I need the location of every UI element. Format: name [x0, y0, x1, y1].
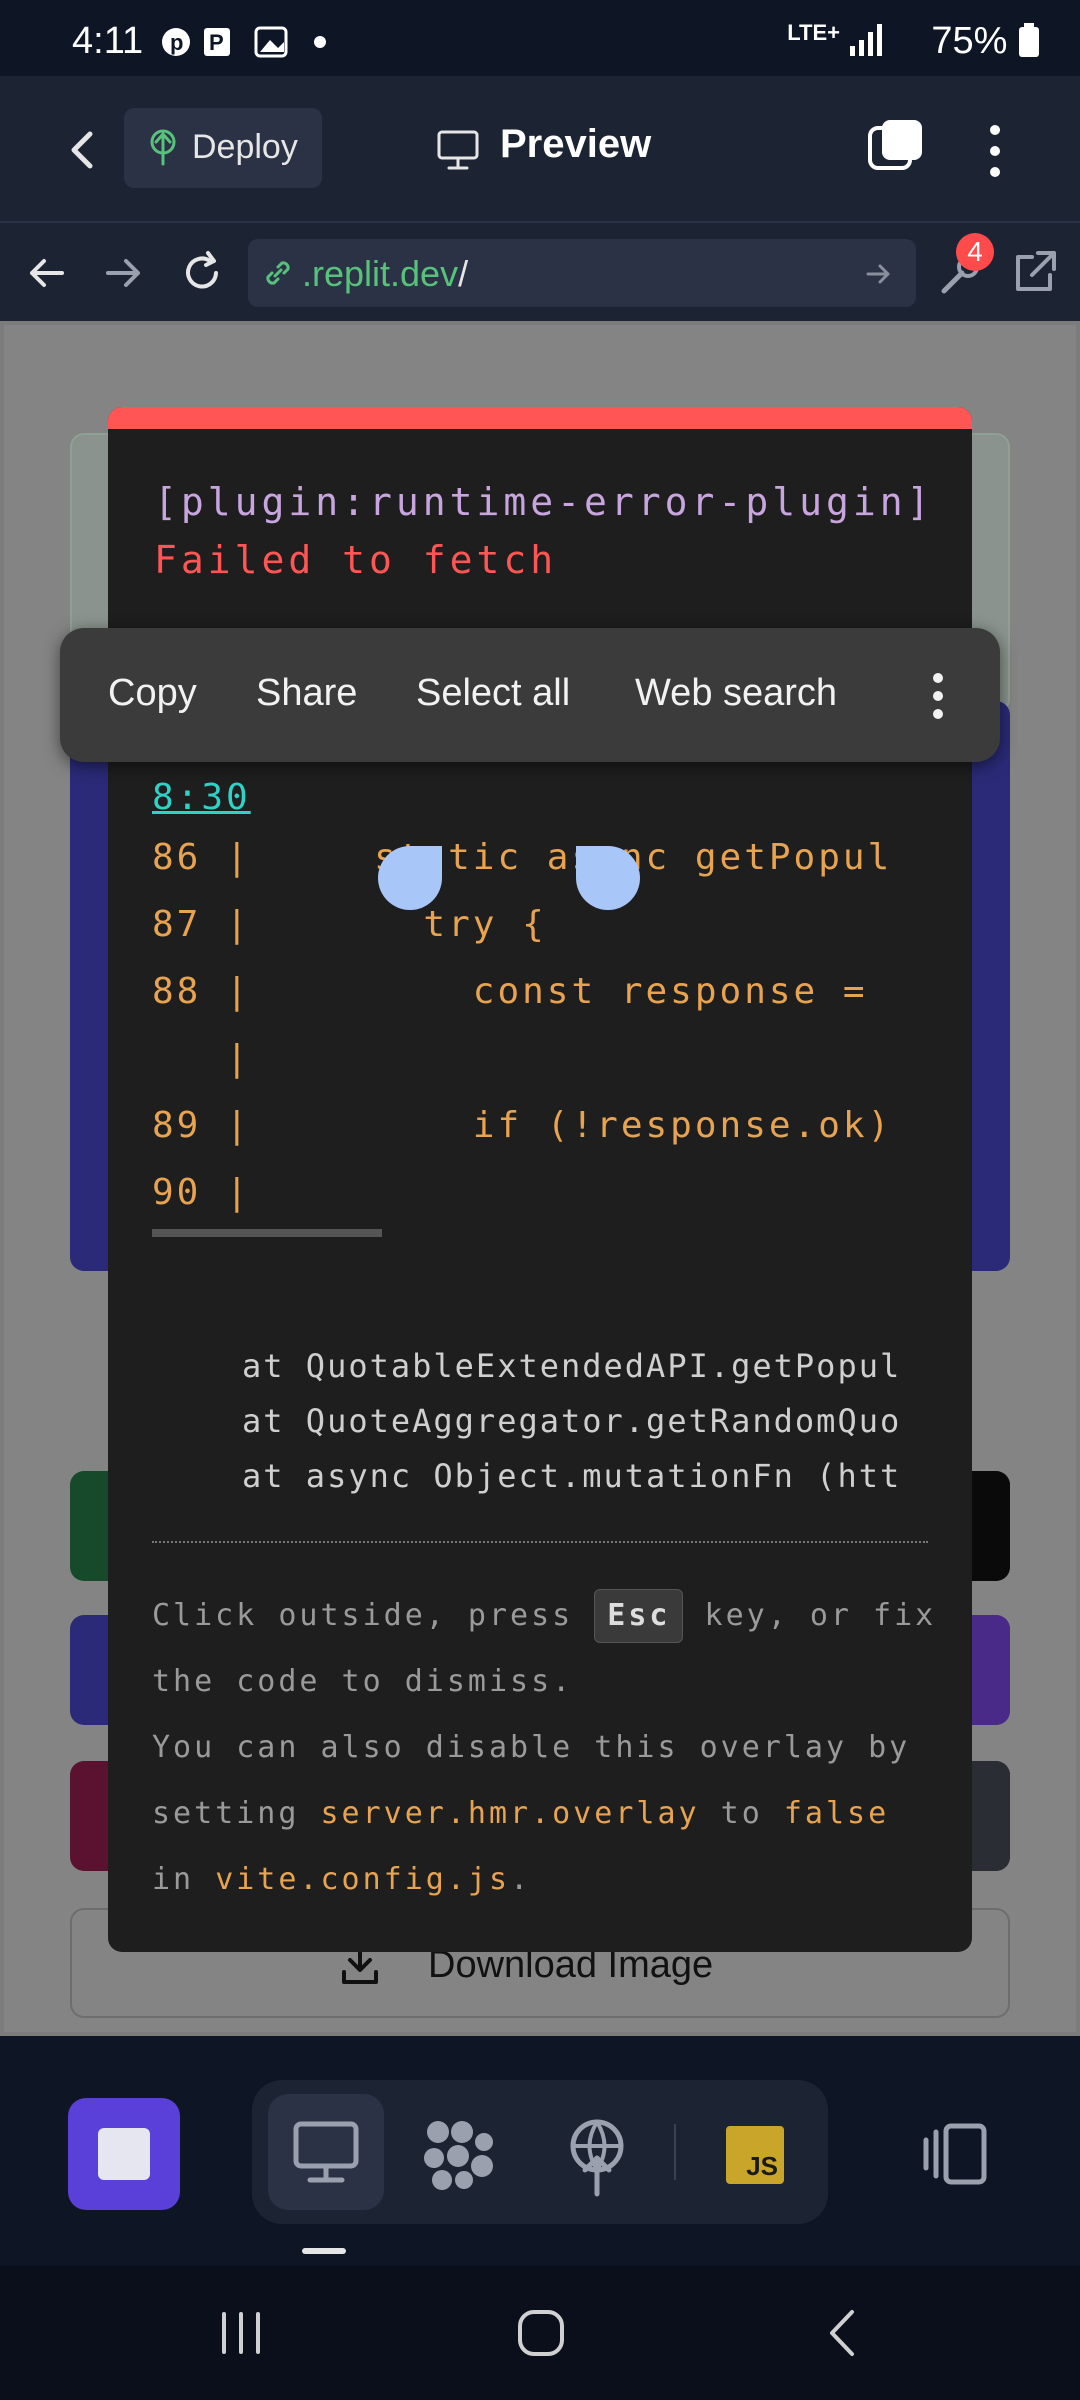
reload-icon — [186, 251, 218, 289]
open-external-button[interactable] — [1010, 247, 1060, 297]
svg-text:P: P — [209, 30, 234, 55]
tabs-button[interactable] — [866, 116, 926, 176]
line-text: try { — [275, 904, 547, 945]
text-selection-menu: Copy Share Select all Web search — [60, 628, 1000, 762]
preview-label: Preview — [500, 122, 652, 166]
selection-handle-start[interactable] — [378, 846, 442, 910]
arrow-right-icon — [106, 259, 140, 287]
code-frame: 86 | static async getPopul87 | try {88 |… — [152, 837, 942, 1239]
line-number: | — [152, 1038, 251, 1079]
line-number: 88 | — [152, 971, 251, 1012]
deploy-tool-button[interactable] — [552, 2108, 642, 2198]
deploy-icon — [150, 129, 176, 166]
stack-frame: at async Object.mutationFn (htt — [242, 1457, 902, 1495]
layout-toggle-button[interactable] — [916, 2116, 996, 2196]
packages-tool-button[interactable] — [412, 2108, 502, 2198]
deploy-label: Deploy — [192, 128, 298, 166]
arrow-left-icon — [30, 259, 64, 287]
browser-forward-button[interactable] — [100, 249, 148, 297]
monitor-icon — [293, 2121, 359, 2183]
preview-tool-button[interactable] — [268, 2094, 384, 2210]
tab-indicator — [302, 2248, 346, 2254]
deploy-button[interactable]: Deploy — [124, 108, 322, 188]
reload-button[interactable] — [178, 249, 226, 297]
code-line: 86 | static async getPopul — [152, 837, 942, 904]
menu-more-button[interactable] — [928, 666, 948, 726]
link-icon — [266, 261, 290, 285]
recents-icon — [222, 2312, 260, 2354]
stop-icon — [98, 2128, 150, 2180]
overlay-divider — [152, 1541, 928, 1543]
error-heading: [plugin:runtime-error-plugin] Failed to … — [154, 473, 934, 589]
packages-icon — [424, 2121, 493, 2190]
browser-back-button[interactable] — [22, 249, 70, 297]
tool-divider — [674, 2124, 676, 2180]
menu-item-select-all[interactable]: Select all — [416, 672, 570, 715]
line-number: 90 | — [152, 1172, 251, 1213]
back-button[interactable] — [56, 110, 106, 190]
selection-handle-end[interactable] — [576, 846, 640, 910]
menu-item-share[interactable]: Share — [256, 672, 357, 715]
code-line: 87 | try { — [152, 904, 942, 971]
system-nav-bar — [0, 2266, 1080, 2400]
code-line: | — [152, 1038, 942, 1105]
signal-icon — [848, 22, 884, 61]
globe-upload-icon — [570, 2119, 624, 2197]
status-time: 4:11 — [72, 20, 144, 62]
tabs-icon — [868, 120, 922, 170]
monitor-icon — [437, 130, 479, 170]
chevron-left-icon — [71, 131, 93, 169]
error-file-link[interactable]: 8:30 — [152, 777, 251, 818]
esc-key: Esc — [594, 1589, 684, 1643]
svg-text:p: p — [170, 30, 193, 55]
line-number: 87 | — [152, 904, 251, 945]
url-input[interactable]: .replit.dev/ — [248, 239, 916, 307]
status-bar: 4:11 p P LTE+ 75% — [0, 0, 1080, 76]
battery-percent: 75% — [931, 20, 1040, 63]
line-text: const response = — [275, 971, 868, 1012]
devtools-badge: 4 — [956, 233, 994, 271]
home-button[interactable] — [514, 2306, 568, 2360]
app-bar: Deploy Preview — [0, 76, 1080, 221]
bottom-toolbar: JS — [0, 2036, 1080, 2266]
system-back-button[interactable] — [822, 2306, 862, 2360]
notification-icons: p P — [160, 22, 360, 71]
home-icon — [518, 2310, 564, 2356]
more-vertical-icon — [933, 673, 943, 719]
error-message: Failed to fetch — [154, 538, 558, 582]
external-link-icon — [1016, 251, 1056, 291]
menu-item-web-search[interactable]: Web search — [635, 672, 837, 715]
menu-item-copy[interactable]: Copy — [108, 672, 197, 715]
error-bar — [108, 407, 972, 429]
network-indicator: LTE+ — [787, 20, 840, 45]
recents-button[interactable] — [216, 2306, 266, 2360]
more-vertical-icon — [990, 125, 1000, 177]
battery-icon — [1019, 23, 1039, 57]
stack-trace: at QuotableExtendedAPI.getPopul at QuoteA… — [242, 1347, 942, 1512]
tool-group: JS — [252, 2080, 828, 2224]
side-panel-icon — [923, 2123, 987, 2185]
overlay-tip: Click outside, press Esc key, or fix the… — [152, 1583, 942, 1913]
js-file-button[interactable]: JS — [726, 2126, 784, 2184]
plugin-tag: [plugin:runtime-error-plugin] — [154, 480, 934, 524]
go-arrow-icon — [866, 264, 890, 284]
code-line: 89 | if (!response.ok) — [152, 1105, 942, 1172]
stack-frame: at QuotableExtendedAPI.getPopul — [242, 1347, 902, 1385]
stop-button[interactable] — [68, 2098, 180, 2210]
line-text: if (!response.ok) — [275, 1105, 893, 1146]
browser-url-row: .replit.dev/ 4 — [0, 221, 1080, 321]
stack-frame: at QuoteAggregator.getRandomQuo — [242, 1402, 902, 1440]
more-options-button[interactable] — [980, 116, 1010, 186]
line-number: 89 | — [152, 1105, 251, 1146]
code-line: 88 | const response = — [152, 971, 942, 1038]
chevron-left-icon — [830, 2310, 854, 2356]
url-text: .replit.dev/ — [302, 253, 469, 294]
code-scrollbar[interactable] — [152, 1229, 382, 1237]
line-number: 86 | — [152, 837, 251, 878]
